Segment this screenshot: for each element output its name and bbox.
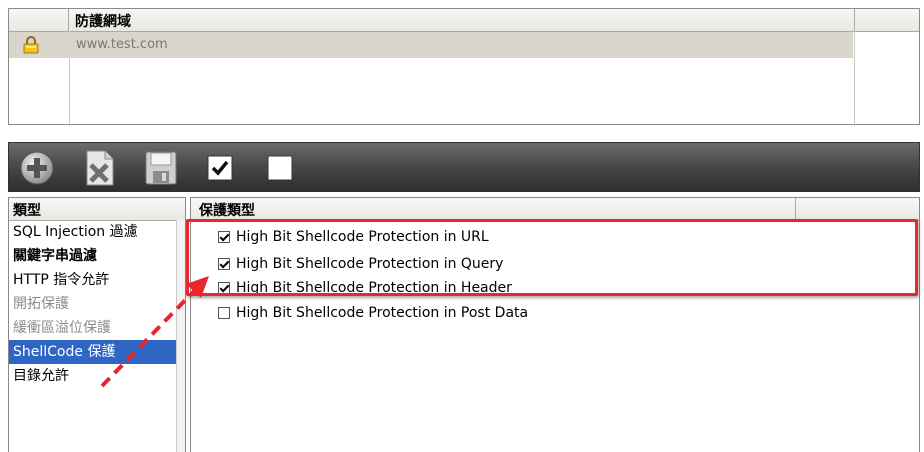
domain-column-header[interactable]: 防護網域 xyxy=(69,9,855,31)
check-all-icon[interactable] xyxy=(207,155,233,181)
type-item-keyword-filter[interactable]: 關鍵字串過濾 xyxy=(9,244,179,268)
highlight-box xyxy=(186,219,918,296)
domain-column-label: 防護網域 xyxy=(75,14,131,30)
delete-icon[interactable] xyxy=(81,149,117,187)
type-column-header[interactable]: 類型 xyxy=(9,198,185,221)
type-list: SQL Injection 過濾 關鍵字串過濾 HTTP 指令允許 開拓保護 緩… xyxy=(9,220,179,388)
domain-table-header: 防護網域 xyxy=(9,9,919,32)
protection-label-post-data: High Bit Shellcode Protection in Post Da… xyxy=(236,305,529,321)
protection-column-label: 保護類型 xyxy=(199,203,255,219)
add-icon[interactable] xyxy=(17,149,57,187)
protection-column-header[interactable]: 保護類型 xyxy=(191,198,919,221)
type-item-buffer-overflow[interactable]: 緩衝區溢位保護 xyxy=(9,316,179,340)
type-list-scrollbar[interactable] xyxy=(176,220,185,452)
type-item-shellcode[interactable]: ShellCode 保護 xyxy=(9,340,179,364)
icon-column-header xyxy=(9,9,69,31)
domain-table: 防護網域 www.test.com xyxy=(8,8,920,126)
type-item-sql-injection[interactable]: SQL Injection 過濾 xyxy=(9,220,179,244)
domain-name: www.test.com xyxy=(76,37,168,52)
type-item-exploit-protection[interactable]: 開拓保護 xyxy=(9,292,179,316)
toolbar xyxy=(8,142,920,192)
type-item-http-command[interactable]: HTTP 指令允許 xyxy=(9,268,179,292)
lock-icon xyxy=(23,36,39,54)
save-icon[interactable] xyxy=(143,149,179,187)
type-list-panel: 類型 SQL Injection 過濾 關鍵字串過濾 HTTP 指令允許 開拓保… xyxy=(8,197,186,452)
protection-checkbox-post-data[interactable] xyxy=(218,307,230,319)
uncheck-all-icon[interactable] xyxy=(267,155,293,181)
domain-row[interactable]: www.test.com xyxy=(9,32,853,58)
type-column-label: 類型 xyxy=(13,203,41,219)
type-item-directory-allow[interactable]: 目錄允許 xyxy=(9,364,179,388)
